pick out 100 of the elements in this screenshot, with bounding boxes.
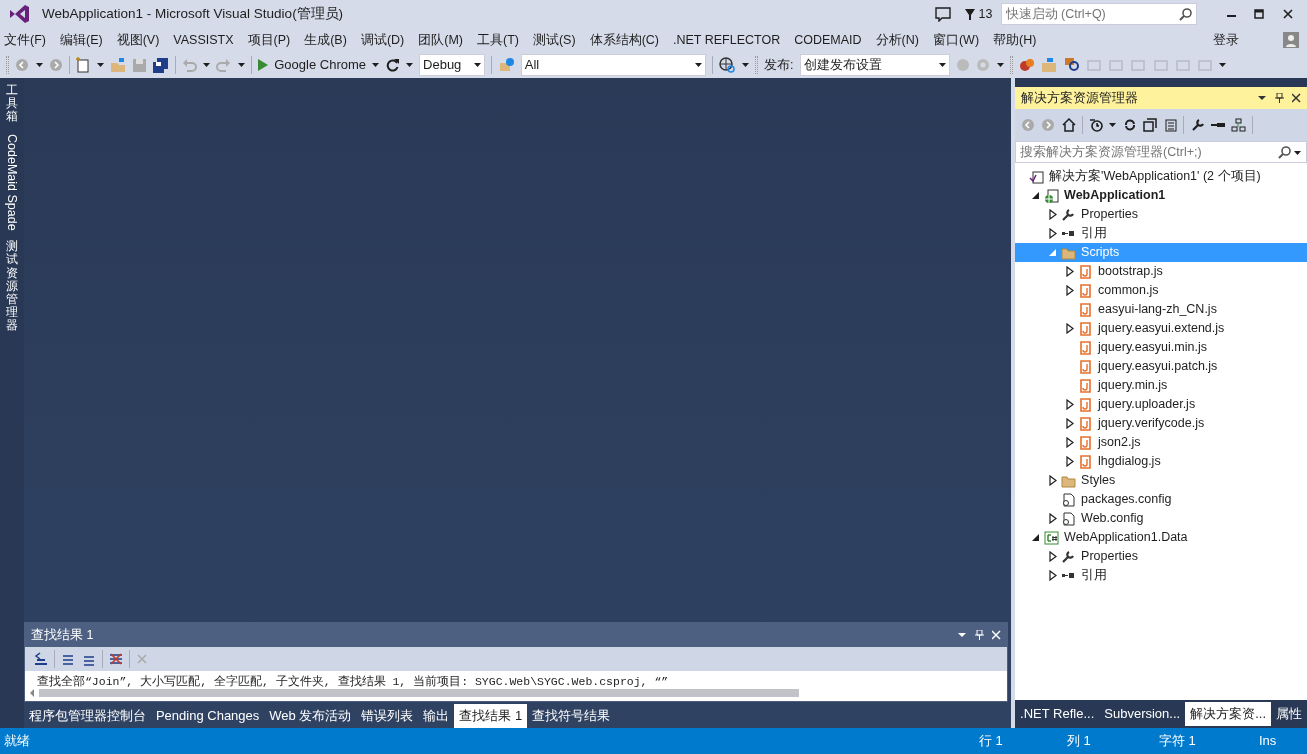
caret-icon[interactable]	[203, 63, 210, 67]
collapsed-arrow-icon[interactable]	[1048, 551, 1057, 562]
caret-icon[interactable]	[694, 63, 702, 67]
menu-item[interactable]: 视图(V)	[112, 30, 170, 50]
menu-item[interactable]: 分析(N)	[871, 30, 929, 50]
menu-item[interactable]: 项目(P)	[243, 30, 301, 50]
caret-icon[interactable]	[1219, 63, 1227, 67]
panel-tab[interactable]: 错误列表	[356, 704, 419, 728]
tree-item[interactable]: jquery.easyui.patch.js	[1015, 357, 1307, 376]
class-diagram-icon[interactable]	[1231, 118, 1247, 132]
clear-all-icon[interactable]	[109, 652, 124, 666]
caret-icon[interactable]	[96, 63, 104, 67]
caret-icon[interactable]	[237, 63, 245, 67]
menu-item[interactable]: 体系结构(C)	[585, 30, 669, 50]
panel-tab[interactable]: 解决方案资...	[1185, 702, 1271, 726]
tree-item[interactable]: 引用	[1015, 224, 1307, 243]
search-icon[interactable]	[1178, 8, 1192, 21]
find-in-files-icon[interactable]	[498, 57, 515, 73]
menu-item[interactable]: CODEMAID	[790, 30, 872, 50]
tree-item[interactable]: jquery.easyui.min.js	[1015, 338, 1307, 357]
tree-item[interactable]: Properties	[1015, 205, 1307, 224]
side-tab[interactable]: CodeMaid Spade	[2, 133, 22, 231]
tree-item[interactable]: common.js	[1015, 281, 1307, 300]
quick-launch-field[interactable]: 快速启动 (Ctrl+Q)	[1000, 3, 1197, 25]
panel-tab[interactable]: 程序包管理器控制台	[23, 704, 151, 728]
panel-tab[interactable]: 查找符号结果	[527, 704, 616, 728]
caret-icon[interactable]	[938, 63, 946, 67]
close-icon[interactable]	[1283, 9, 1293, 19]
home-icon[interactable]	[1061, 118, 1076, 132]
collapsed-arrow-icon[interactable]	[1048, 228, 1057, 239]
caret-icon[interactable]	[474, 63, 482, 67]
caret-icon[interactable]	[1109, 123, 1117, 127]
close-icon[interactable]	[1292, 93, 1301, 103]
dropdown-icon[interactable]	[1258, 93, 1267, 103]
tree-item[interactable]: jquery.verifycode.js	[1015, 414, 1307, 433]
dropdown-icon[interactable]	[958, 630, 968, 640]
menu-item[interactable]: .NET REFLECTOR	[669, 30, 791, 50]
side-tab[interactable]: 工具箱	[5, 84, 18, 124]
panel-tab[interactable]: .NET Refle...	[1015, 702, 1100, 726]
go-to-location-icon[interactable]	[32, 651, 48, 667]
panel-tab[interactable]: Web 发布活动	[264, 704, 357, 728]
wrench-icon[interactable]	[1190, 118, 1205, 132]
menu-item[interactable]: 窗口(W)	[928, 30, 990, 50]
panel-tab[interactable]: Subversion...	[1099, 702, 1186, 726]
collapsed-arrow-icon[interactable]	[1065, 266, 1074, 277]
tree-item[interactable]: Styles	[1015, 471, 1307, 490]
run-button[interactable]: Google Chrome	[258, 55, 380, 75]
menu-item[interactable]: 生成(B)	[300, 30, 357, 50]
play-icon[interactable]	[258, 59, 268, 71]
collapse-all-icon[interactable]	[1142, 118, 1157, 132]
publish-profile-dropdown[interactable]: 创建发布设置	[799, 54, 950, 76]
menu-item[interactable]: 调试(D)	[356, 30, 415, 50]
globe-search-icon[interactable]	[719, 57, 736, 73]
menu-item[interactable]: 编辑(E)	[55, 30, 113, 50]
collapsed-arrow-icon[interactable]	[1065, 323, 1074, 334]
collapsed-arrow-icon[interactable]	[1065, 399, 1074, 410]
caret-icon[interactable]	[405, 63, 413, 67]
panel-tab[interactable]: 输出	[418, 704, 455, 728]
menu-item[interactable]: 帮助(H)	[989, 30, 1047, 50]
scroll-left-icon[interactable]	[28, 689, 35, 697]
tree-item[interactable]: easyui-lang-zh_CN.js	[1015, 300, 1307, 319]
avatar-icon[interactable]	[1283, 32, 1299, 48]
collapsed-arrow-icon[interactable]	[1048, 209, 1057, 220]
caret-icon[interactable]	[741, 63, 749, 67]
collapsed-arrow-icon[interactable]	[1048, 513, 1057, 524]
show-all-files-icon[interactable]	[1163, 118, 1178, 132]
search-icon[interactable]	[1278, 146, 1291, 159]
collapsed-arrow-icon[interactable]	[1065, 418, 1074, 429]
menu-item[interactable]: 文件(F)	[0, 30, 56, 50]
tree-item[interactable]: json2.js	[1015, 433, 1307, 452]
open-folder-icon[interactable]	[109, 57, 126, 73]
tree-item[interactable]: jquery.min.js	[1015, 376, 1307, 395]
maximize-icon[interactable]	[1254, 9, 1265, 19]
magnifier-icon[interactable]	[1063, 57, 1080, 73]
collapsed-arrow-icon[interactable]	[1065, 285, 1074, 296]
platform-dropdown[interactable]: All	[520, 54, 706, 76]
menu-item[interactable]: VASSISTX	[169, 30, 244, 50]
menu-item[interactable]: 团队(M)	[414, 30, 473, 50]
tree-item[interactable]: Web.config	[1015, 509, 1307, 528]
scrollbar-thumb[interactable]	[38, 689, 799, 697]
configuration-dropdown[interactable]: Debug	[419, 54, 486, 76]
save-all-icon[interactable]	[153, 57, 169, 73]
tree-item[interactable]: WebApplication1.Data	[1015, 528, 1307, 547]
tree-item[interactable]: 解决方案'WebApplication1' (2 个项目)	[1015, 167, 1307, 186]
history-icon[interactable]	[1089, 118, 1104, 132]
tree-item[interactable]: 引用	[1015, 566, 1307, 585]
expanded-arrow-icon[interactable]	[1032, 534, 1040, 541]
tree-item[interactable]: Properties	[1015, 547, 1307, 566]
menu-item[interactable]: 工具(T)	[473, 30, 529, 50]
panel-tab[interactable]: Pending Changes	[150, 704, 265, 728]
bug-icon[interactable]	[1019, 57, 1035, 73]
tree-item[interactable]: jquery.easyui.extend.js	[1015, 319, 1307, 338]
tree-item[interactable]: jquery.uploader.js	[1015, 395, 1307, 414]
menu-item[interactable]: 测试(S)	[528, 30, 586, 50]
side-tab[interactable]: 测试资源管理器	[5, 240, 18, 333]
search-field[interactable]: 搜索解决方案资源管理器(Ctrl+;)	[1015, 141, 1307, 163]
caret-icon[interactable]	[1294, 150, 1301, 155]
new-item-icon[interactable]	[76, 57, 91, 73]
tree-item[interactable]: packages.config	[1015, 490, 1307, 509]
tree-item[interactable]: bootstrap.js	[1015, 262, 1307, 281]
